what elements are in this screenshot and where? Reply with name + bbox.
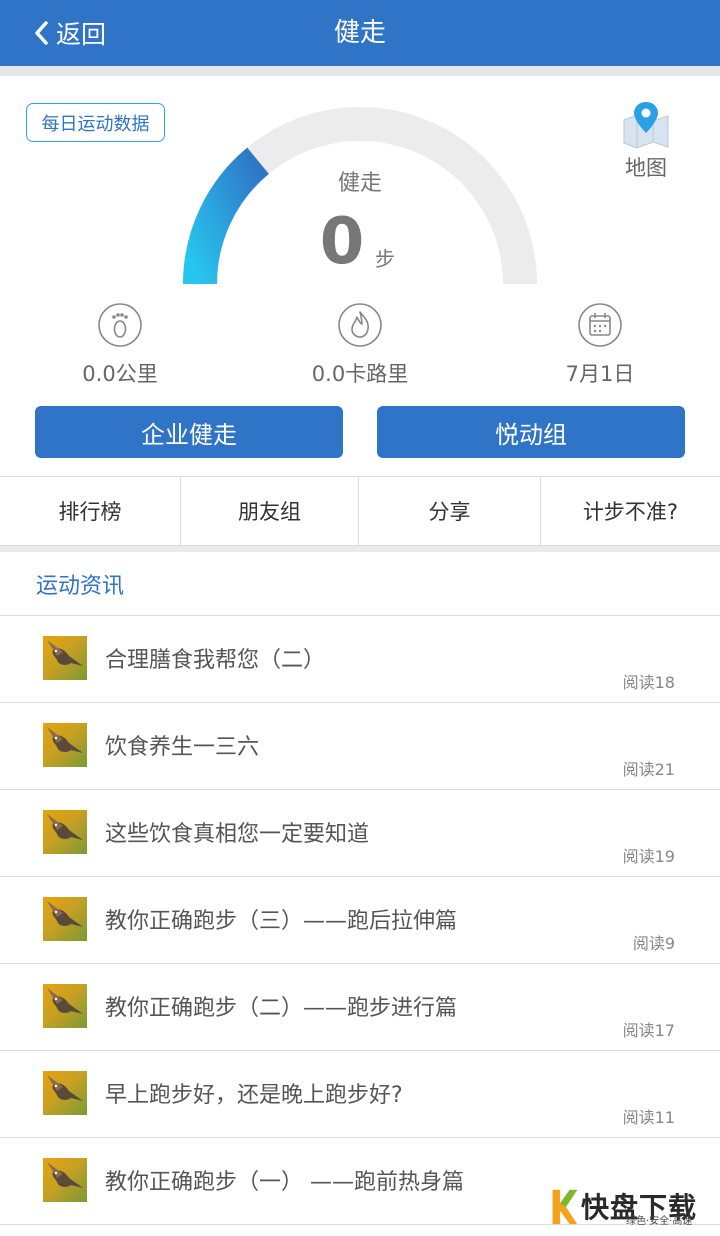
read-count: 阅读11 bbox=[622, 1108, 675, 1127]
divider bbox=[0, 66, 720, 76]
news-thumbnail bbox=[43, 897, 87, 941]
date-value: 7月1日 bbox=[565, 362, 635, 386]
news-item[interactable]: 教你正确跑步（三）——跑后拉伸篇 阅读9 bbox=[0, 877, 720, 964]
read-count: 阅读9 bbox=[632, 934, 675, 953]
date-stat: 7月1日 bbox=[520, 302, 680, 388]
news-list: 合理膳食我帮您（二） 阅读18 饮食养生一三六 阅读21 这些饮食真相您一定要知… bbox=[0, 616, 720, 1225]
news-thumbnail bbox=[43, 1071, 87, 1115]
tab-friends[interactable]: 朋友组 bbox=[181, 477, 359, 545]
hummingbird-icon bbox=[47, 988, 83, 1014]
distance-value: 0.0公里 bbox=[82, 362, 158, 386]
news-title: 教你正确跑步（一） ——跑前热身篇 bbox=[105, 1170, 464, 1195]
news-thumbnail bbox=[43, 984, 87, 1028]
news-title: 合理膳食我帮您（二） bbox=[105, 648, 326, 673]
news-section-header: 运动资讯 bbox=[0, 552, 720, 616]
news-item[interactable]: 合理膳食我帮您（二） 阅读18 bbox=[0, 616, 720, 703]
news-thumbnail bbox=[43, 636, 87, 680]
k-logo-icon bbox=[552, 1189, 578, 1225]
calendar-icon bbox=[578, 303, 622, 347]
news-title: 饮食养生一三六 bbox=[105, 735, 260, 760]
hummingbird-icon bbox=[47, 1075, 83, 1101]
news-item[interactable]: 教你正确跑步（二）——跑步进行篇 阅读17 bbox=[0, 964, 720, 1051]
tab-step-help[interactable]: 计步不准? bbox=[541, 477, 720, 545]
hummingbird-icon bbox=[47, 814, 83, 840]
daily-data-button[interactable]: 每日运动数据 bbox=[26, 103, 165, 142]
enterprise-walk-button[interactable]: 企业健走 bbox=[35, 406, 343, 458]
news-title: 教你正确跑步（二）——跑步进行篇 bbox=[105, 996, 458, 1021]
action-tabs: 排行榜 朋友组 分享 计步不准? bbox=[0, 476, 720, 546]
calorie-stat: 0.0卡路里 bbox=[280, 302, 440, 388]
watermark-tagline: 绿色·安全·高速 bbox=[626, 1216, 693, 1227]
read-count: 阅读19 bbox=[622, 847, 675, 866]
calorie-value: 0.0卡路里 bbox=[311, 362, 409, 386]
group-button[interactable]: 悦动组 bbox=[377, 406, 685, 458]
news-item[interactable]: 饮食养生一三六 阅读21 bbox=[0, 703, 720, 790]
news-section-title: 运动资讯 bbox=[36, 574, 125, 599]
news-thumbnail bbox=[43, 1158, 87, 1202]
news-title: 早上跑步好，还是晚上跑步好? bbox=[105, 1083, 403, 1108]
hummingbird-icon bbox=[47, 901, 83, 927]
news-title: 这些饮食真相您一定要知道 bbox=[105, 822, 370, 847]
watermark-logo: 快盘下载 绿色·安全·高速 bbox=[548, 1186, 716, 1228]
gauge-label: 健走 bbox=[337, 171, 382, 196]
news-title: 教你正确跑步（三）——跑后拉伸篇 bbox=[105, 909, 458, 934]
hummingbird-icon bbox=[47, 1162, 83, 1188]
map-icon bbox=[623, 102, 669, 149]
news-thumbnail bbox=[43, 810, 87, 854]
read-count: 阅读18 bbox=[622, 673, 675, 692]
news-item[interactable]: 早上跑步好，还是晚上跑步好? 阅读11 bbox=[0, 1051, 720, 1138]
read-count: 阅读21 bbox=[622, 760, 675, 779]
read-count: 阅读17 bbox=[622, 1021, 675, 1040]
nav-bar: 返回 健走 bbox=[0, 0, 720, 66]
page-title: 健走 bbox=[333, 18, 386, 48]
hummingbird-icon bbox=[47, 727, 83, 753]
footprint-icon bbox=[98, 303, 142, 347]
news-thumbnail bbox=[43, 723, 87, 767]
step-count: 0 bbox=[319, 205, 365, 279]
distance-stat: 0.0公里 bbox=[40, 302, 200, 388]
tab-share[interactable]: 分享 bbox=[359, 477, 541, 545]
flame-icon bbox=[338, 303, 382, 347]
tab-ranking[interactable]: 排行榜 bbox=[0, 477, 181, 545]
hummingbird-icon bbox=[47, 640, 83, 666]
step-unit: 步 bbox=[375, 247, 395, 271]
news-item[interactable]: 这些饮食真相您一定要知道 阅读19 bbox=[0, 790, 720, 877]
